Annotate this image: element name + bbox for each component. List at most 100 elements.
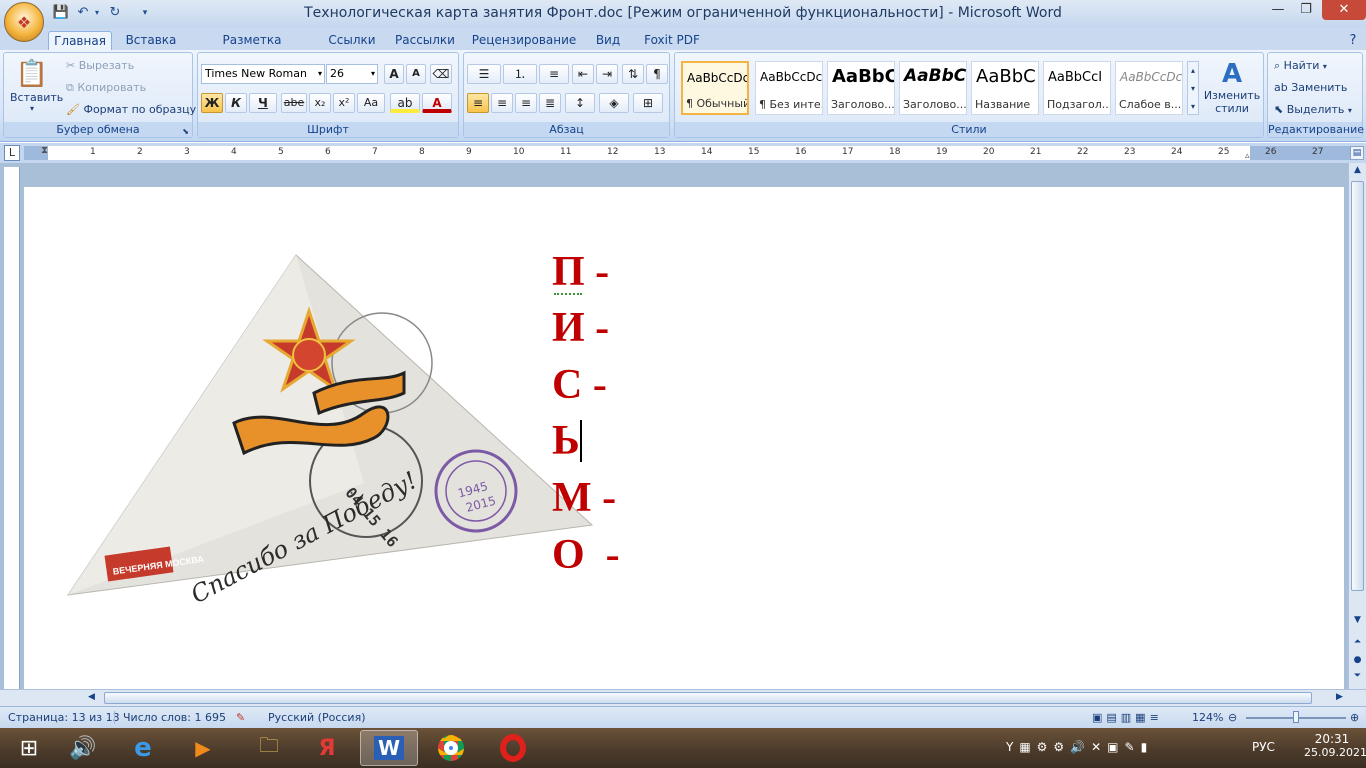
font-name-combo[interactable]: Times New Roman ▾ [201,64,325,84]
taskbar-app-opera[interactable] [484,730,542,766]
help-icon[interactable]: ? [1344,31,1362,50]
borders-icon[interactable]: ⊞ [633,93,663,113]
decrease-indent-icon[interactable]: ⇤ [572,64,594,84]
taskbar-app-word[interactable]: W [360,730,418,766]
style-subtle-emphasis[interactable]: AaBbCcDc Слабое в... [1115,61,1183,115]
vertical-scroll-thumb[interactable] [1351,181,1364,591]
restore-button[interactable]: ❐ [1292,0,1320,20]
tab-insert[interactable]: Вставка [120,31,182,50]
underline-button[interactable]: Ч [249,93,277,113]
tab-references[interactable]: Ссылки [322,31,382,50]
taskbar-app-ie[interactable]: e [114,730,172,766]
italic-button[interactable]: К [225,93,247,113]
scroll-up-icon[interactable]: ▲ [1350,165,1365,180]
taskbar-app-player[interactable]: ▶ [174,730,232,766]
align-right-icon[interactable]: ≡ [515,93,537,113]
scroll-down-icon[interactable]: ▼ [1350,615,1365,630]
taskbar-app-explorer[interactable]: 🗀 [240,730,298,766]
shrink-font-button[interactable]: A [406,64,426,84]
tab-selector-icon[interactable]: L [4,145,20,161]
format-painter-button[interactable]: 🖌 Формат по образцу [66,103,196,116]
show-marks-icon[interactable]: ¶ [646,64,668,84]
grow-font-button[interactable]: A [384,64,404,84]
proofing-icon[interactable]: ✎ [236,711,245,724]
styles-scroll[interactable]: ▴ ▾ ▾ [1187,61,1199,115]
style-normal[interactable]: AaBbCcDc ¶ Обычный [681,61,749,115]
change-styles-button[interactable]: A Изменить стили [1203,59,1261,115]
tab-view[interactable]: Вид [588,31,628,50]
document-page[interactable]: ВЕЧЕРНЯЯ МОСКВА 1945 2015 04 15 16 Спаси… [24,187,1344,689]
right-indent-marker-icon[interactable]: ▵ [1245,151,1250,161]
highlight-icon[interactable]: ab [390,93,420,113]
style-heading-1[interactable]: AaBbC Заголово... [827,61,895,115]
previous-page-icon[interactable]: ⏶ [1350,637,1365,652]
select-button[interactable]: ⬉ Выделить ▾ [1274,103,1352,116]
horizontal-scroll-thumb[interactable] [104,692,1312,704]
scroll-right-icon[interactable]: ▶ [1336,692,1343,702]
copy-button[interactable]: ⧉ Копировать [66,81,146,95]
style-subtitle[interactable]: AaBbCcI Подзагол... [1043,61,1111,115]
dialog-launcher-icon[interactable]: ⬊ [182,127,189,136]
tray-icons[interactable]: Y▦⚙⚙🔊✕▣✎▮ [1006,740,1153,754]
language-status[interactable]: Русский (Россия) [268,711,366,724]
minimize-button[interactable]: — [1264,0,1292,20]
bullets-icon[interactable]: ☰ [467,64,501,84]
find-button[interactable]: ⌕ Найти ▾ [1274,59,1327,73]
multilevel-list-icon[interactable]: ≡ [539,64,569,84]
ruler-number: 25 [1218,147,1230,157]
taskbar-app-media[interactable]: 🔊 [54,730,112,766]
start-button[interactable]: ⊞ [0,730,58,766]
tab-review[interactable]: Рецензирование [468,31,580,50]
align-center-icon[interactable]: ≡ [491,93,513,113]
page-count[interactable]: Страница: 13 из 13 [8,711,120,724]
line-spacing-icon[interactable]: ↕ [565,93,595,113]
language-indicator[interactable]: РУС [1252,740,1275,754]
clear-format-icon[interactable]: ⌫ [430,64,452,84]
tab-foxit-pdf[interactable]: Foxit PDF [636,31,708,50]
select-browse-object-icon[interactable]: ● [1350,655,1365,670]
taskbar-app-chrome[interactable] [422,730,480,766]
sort-icon[interactable]: ⇅ [622,64,644,84]
style-heading-2[interactable]: AaBbCc Заголово... [899,61,967,115]
shading-icon[interactable]: ◈ [599,93,629,113]
subscript-button[interactable]: x₂ [309,93,331,113]
horizontal-ruler[interactable]: L ⧗ ▵ 1 2 3 4 5 6 7 8 9 10 11 12 13 14 15 16 17 18 19 20 21 2… [0,143,1366,163]
view-ruler-icon[interactable]: ▤ [1350,146,1364,160]
vertical-ruler[interactable] [4,167,20,689]
tab-mailings[interactable]: Рассылки [390,31,460,50]
zoom-slider-thumb[interactable] [1293,711,1299,723]
align-left-icon[interactable]: ≡ [467,93,489,113]
close-button[interactable]: ✕ [1322,0,1366,20]
strikethrough-button[interactable]: abe [281,93,307,113]
tab-page-layout[interactable]: Разметка страницы [190,31,314,66]
next-page-icon[interactable]: ⏷ [1350,671,1365,686]
increase-indent-icon[interactable]: ⇥ [596,64,618,84]
zoom-in-icon[interactable]: ⊕ [1350,711,1359,724]
zoom-level[interactable]: 124% [1192,711,1223,724]
bold-button[interactable]: Ж [201,93,223,113]
clock[interactable]: 20:31 25.09.2021 [1304,732,1366,759]
font-size-combo[interactable]: 26 ▾ [326,64,378,84]
scissors-icon: ✂ [66,59,76,72]
tab-home[interactable]: Главная [48,31,112,50]
horizontal-scrollbar[interactable]: ◀ ▶ [0,689,1366,706]
font-color-icon[interactable]: A [422,93,452,113]
opera-icon [500,734,526,762]
zoom-out-icon[interactable]: ⊖ [1228,711,1237,724]
cut-button[interactable]: ✂ Вырезать [66,59,134,72]
justify-icon[interactable]: ≣ [539,93,561,113]
view-buttons[interactable]: ▣▤▥▦≡ [1092,711,1163,724]
paste-button[interactable]: 📋 Вставить ▾ [10,57,63,115]
replace-button[interactable]: ab Заменить [1274,81,1347,94]
word-count[interactable]: Число слов: 1 695 [114,711,226,724]
change-case-button[interactable]: Aa [357,93,385,113]
numbering-icon[interactable]: ⒈ [503,64,537,84]
style-title[interactable]: AaBbC Название [971,61,1039,115]
scroll-left-icon[interactable]: ◀ [88,692,95,702]
taskbar-app-yandex[interactable]: Я [298,730,356,766]
superscript-button[interactable]: x² [333,93,355,113]
vertical-scrollbar[interactable]: ▲ ▼ ⏶ ● ⏷ [1348,163,1366,689]
style-no-spacing[interactable]: AaBbCcDc ¶ Без инте... [755,61,823,115]
office-button[interactable]: ❖ [4,2,44,42]
indent-marker-icon[interactable]: ⧗ [41,145,48,156]
